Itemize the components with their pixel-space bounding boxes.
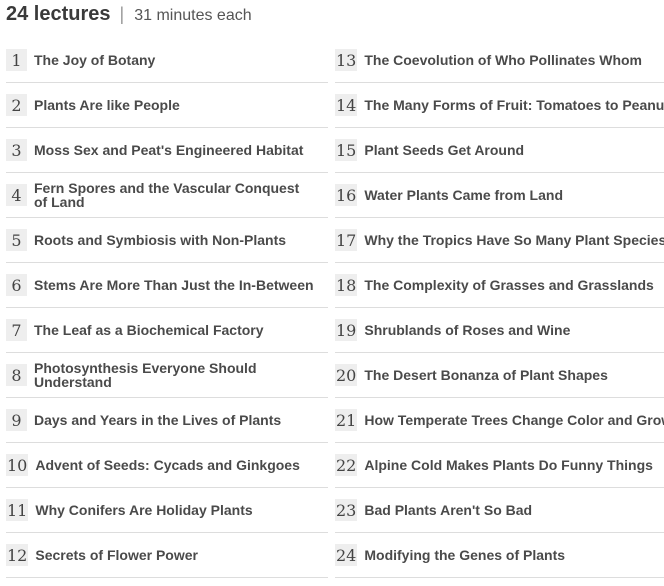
lecture-title: Why the Tropics Have So Many Plant Speci… bbox=[364, 232, 664, 248]
lecture-title: Plants Are like People bbox=[34, 97, 180, 113]
lecture-number: 22 bbox=[335, 454, 358, 476]
lecture-item[interactable]: 14 The Many Forms of Fruit: Tomatoes to P… bbox=[335, 83, 664, 128]
lecture-item[interactable]: 22 Alpine Cold Makes Plants Do Funny Thin… bbox=[335, 443, 664, 488]
lecture-title: Photosynthesis Everyone Should Understan… bbox=[34, 360, 257, 390]
lecture-number: 13 bbox=[335, 49, 358, 71]
lecture-item[interactable]: 10 Advent of Seeds: Cycads and Ginkgoes bbox=[6, 443, 328, 488]
lecture-title: Modifying the Genes of Plants bbox=[364, 547, 566, 563]
lectures-header: 24 lectures | 31 minutes each bbox=[6, 0, 252, 28]
lecture-number: 11 bbox=[6, 499, 29, 521]
lecture-title: Why Conifers Are Holiday Plants bbox=[35, 502, 253, 518]
lecture-number: 4 bbox=[6, 184, 27, 206]
lecture-item[interactable]: 7 The Leaf as a Biochemical Factory bbox=[6, 308, 328, 353]
lecture-number: 24 bbox=[335, 544, 358, 566]
lecture-item[interactable]: 6 Stems Are More Than Just the In-Between bbox=[6, 263, 328, 308]
lecture-title: The Coevolution of Who Pollinates Whom bbox=[364, 52, 643, 68]
lecture-title: Moss Sex and Peat's Engineered Habitat bbox=[34, 142, 304, 158]
lecture-item[interactable]: 13 The Coevolution of Who Pollinates Whom bbox=[335, 38, 664, 83]
lecture-number: 18 bbox=[335, 274, 358, 296]
lecture-title: The Many Forms of Fruit: Tomatoes to Pea… bbox=[364, 97, 664, 113]
lecture-number: 19 bbox=[335, 319, 358, 341]
lecture-title: Advent of Seeds: Cycads and Ginkgoes bbox=[35, 457, 300, 473]
lecture-title: Water Plants Came from Land bbox=[364, 187, 563, 203]
lecture-title: Plant Seeds Get Around bbox=[364, 142, 525, 158]
lecture-item[interactable]: 21 How Temperate Trees Change Color and G… bbox=[335, 398, 664, 443]
lecture-title: The Desert Bonanza of Plant Shapes bbox=[364, 367, 608, 383]
lecture-number: 6 bbox=[6, 274, 27, 296]
lecture-title: Roots and Symbiosis with Non-Plants bbox=[34, 232, 287, 248]
lecture-item[interactable]: 15 Plant Seeds Get Around bbox=[335, 128, 664, 173]
lecture-item[interactable]: 24 Modifying the Genes of Plants bbox=[335, 533, 664, 578]
lecture-item[interactable]: 12 Secrets of Flower Power bbox=[6, 533, 328, 578]
lecture-item[interactable]: 20 The Desert Bonanza of Plant Shapes bbox=[335, 353, 664, 398]
lecture-item[interactable]: 19 Shrublands of Roses and Wine bbox=[335, 308, 664, 353]
lecture-number: 5 bbox=[6, 229, 27, 251]
lecture-number: 1 bbox=[6, 49, 27, 71]
lecture-item[interactable]: 11 Why Conifers Are Holiday Plants bbox=[6, 488, 328, 533]
lecture-count: 24 lectures bbox=[6, 3, 111, 25]
lecture-item[interactable]: 17 Why the Tropics Have So Many Plant Spe… bbox=[335, 218, 664, 263]
lecture-item[interactable]: 5 Roots and Symbiosis with Non-Plants bbox=[6, 218, 328, 263]
lecture-number: 8 bbox=[6, 364, 27, 386]
lecture-number: 2 bbox=[6, 94, 27, 116]
header-separator: | bbox=[119, 4, 125, 24]
lecture-number: 14 bbox=[335, 94, 358, 116]
lecture-number: 12 bbox=[6, 544, 29, 566]
lecture-column-left: 1 The Joy of Botany 2 Plants Are like Peop… bbox=[6, 38, 328, 578]
lecture-number: 15 bbox=[335, 139, 358, 161]
lecture-number: 9 bbox=[6, 409, 27, 431]
lecture-title: The Complexity of Grasses and Grasslands bbox=[364, 277, 654, 293]
lecture-item[interactable]: 18 The Complexity of Grasses and Grasslan… bbox=[335, 263, 664, 308]
lecture-title: Days and Years in the Lives of Plants bbox=[34, 412, 282, 428]
lecture-item[interactable]: 16 Water Plants Came from Land bbox=[335, 173, 664, 218]
lecture-title: Secrets of Flower Power bbox=[35, 547, 198, 563]
lecture-duration: 31 minutes each bbox=[134, 7, 252, 24]
lecture-title: How Temperate Trees Change Color and Gro… bbox=[364, 412, 664, 428]
lecture-title: Stems Are More Than Just the In-Between bbox=[34, 277, 314, 293]
lecture-item[interactable]: 1 The Joy of Botany bbox=[6, 38, 328, 83]
lecture-item[interactable]: 8 Photosynthesis Everyone Should Understa… bbox=[6, 353, 328, 398]
lecture-title: The Joy of Botany bbox=[34, 52, 156, 68]
lecture-number: 3 bbox=[6, 139, 27, 161]
lecture-title: Shrublands of Roses and Wine bbox=[364, 322, 571, 338]
lecture-column-right: 13 The Coevolution of Who Pollinates Whom… bbox=[335, 38, 664, 578]
lecture-number: 10 bbox=[6, 454, 29, 476]
lecture-title: The Leaf as a Biochemical Factory bbox=[34, 322, 264, 338]
lecture-title: Fern Spores and the Vascular Conquest of… bbox=[34, 180, 300, 210]
lecture-number: 7 bbox=[6, 319, 27, 341]
lecture-item[interactable]: 3 Moss Sex and Peat's Engineered Habitat bbox=[6, 128, 328, 173]
lecture-number: 20 bbox=[335, 364, 358, 386]
lecture-title: Bad Plants Aren't So Bad bbox=[364, 502, 533, 518]
lecture-number: 23 bbox=[335, 499, 358, 521]
lecture-item[interactable]: 23 Bad Plants Aren't So Bad bbox=[335, 488, 664, 533]
lecture-item[interactable]: 2 Plants Are like People bbox=[6, 83, 328, 128]
lecture-number: 16 bbox=[335, 184, 358, 206]
lecture-number: 21 bbox=[335, 409, 358, 431]
lecture-item[interactable]: 9 Days and Years in the Lives of Plants bbox=[6, 398, 328, 443]
lecture-number: 17 bbox=[335, 229, 358, 251]
lecture-title: Alpine Cold Makes Plants Do Funny Things bbox=[364, 457, 653, 473]
lecture-item[interactable]: 4 Fern Spores and the Vascular Conquest o… bbox=[6, 173, 328, 218]
